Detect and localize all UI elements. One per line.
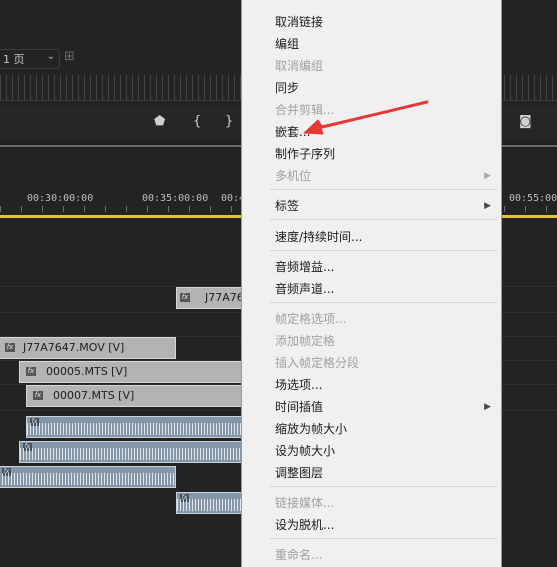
menu-item-nest[interactable]: 嵌套... bbox=[275, 123, 310, 140]
video-clip[interactable]: fx 00007.MTS [V] bbox=[26, 385, 246, 407]
menu-item-enable[interactable]: 启用 bbox=[275, 0, 299, 2]
menu-item-speed-duration[interactable]: 速度/持续时间... bbox=[275, 228, 363, 245]
clip-name: 00007.MTS [V] bbox=[53, 389, 135, 402]
audio-waveform bbox=[27, 423, 245, 435]
menu-separator bbox=[270, 189, 497, 190]
audio-waveform bbox=[0, 473, 175, 485]
menu-separator bbox=[270, 538, 497, 539]
menu-item-group[interactable]: 编组 bbox=[275, 35, 299, 52]
chevron-down-icon: ⌄ bbox=[46, 51, 55, 62]
menu-item-adjustment-layer[interactable]: 调整图层 bbox=[275, 464, 323, 481]
submenu-arrow-icon: ▶ bbox=[484, 171, 491, 181]
menu-item-time-interpolation[interactable]: 时间插值 bbox=[275, 398, 323, 415]
menu-item-unlink[interactable]: 取消链接 bbox=[275, 13, 323, 30]
video-clip[interactable]: fx J77A7647.MOV [V] bbox=[0, 337, 176, 359]
menu-separator bbox=[270, 250, 497, 251]
audio-waveform bbox=[20, 448, 245, 460]
menu-item-set-to-frame-size[interactable]: 设为帧大小 bbox=[275, 442, 335, 459]
menu-item-audio-gain[interactable]: 音频增益... bbox=[275, 258, 334, 275]
menu-item-multi-camera[interactable]: 多机位 bbox=[275, 167, 311, 184]
audio-clip[interactable]: fx bbox=[19, 441, 246, 463]
fx-badge: fx bbox=[5, 343, 15, 352]
timecode-label: 00:30:00:00 bbox=[27, 193, 94, 204]
clip-name: J77A76 bbox=[205, 291, 244, 304]
mark-out-icon[interactable]: } bbox=[225, 114, 233, 129]
mark-in-icon[interactable]: { bbox=[193, 114, 201, 129]
video-clip[interactable]: fx J77A76 bbox=[176, 287, 246, 309]
menu-item-link-media[interactable]: 链接媒体... bbox=[275, 494, 334, 511]
menu-separator bbox=[270, 302, 497, 303]
clip-context-menu: ✔ 启用 取消链接 编组 取消编组 同步 合并剪辑... 嵌套... 制作子序列… bbox=[241, 0, 502, 567]
menu-item-frame-hold-options[interactable]: 帧定格选项... bbox=[275, 310, 346, 327]
page-select-value: 1 页 bbox=[3, 53, 25, 66]
camera-icon[interactable]: ◙ bbox=[519, 114, 532, 129]
clip-name: J77A7647.MOV [V] bbox=[23, 341, 125, 354]
fx-badge: fx bbox=[180, 293, 190, 302]
menu-item-audio-channels[interactable]: 音频声道... bbox=[275, 280, 334, 297]
menu-item-synchronize[interactable]: 同步 bbox=[275, 79, 299, 96]
fx-badge: fx bbox=[33, 391, 43, 400]
page-select[interactable]: 1 页 ⌄ bbox=[0, 49, 60, 69]
audio-clip[interactable]: fx bbox=[176, 492, 246, 514]
menu-separator bbox=[270, 486, 497, 487]
menu-item-rename[interactable]: 重命名... bbox=[275, 546, 322, 563]
timecode-label: 00:35:00:00 bbox=[142, 193, 209, 204]
video-clip[interactable]: fx 00005.MTS [V] bbox=[19, 361, 246, 383]
grid-icon[interactable]: ⊞ bbox=[64, 49, 75, 64]
audio-waveform bbox=[177, 499, 245, 511]
menu-item-insert-frame-hold-segment[interactable]: 插入帧定格分段 bbox=[275, 354, 359, 371]
audio-clip[interactable]: fx bbox=[0, 466, 176, 488]
submenu-arrow-icon: ▶ bbox=[484, 201, 491, 211]
premiere-timeline-window: 1 页 ⌄ ⊞ ⬟ { } ◙ 00:30:00:00 00:35:00:00 … bbox=[0, 0, 557, 567]
clip-name: 00005.MTS [V] bbox=[46, 365, 128, 378]
menu-item-label[interactable]: 标签 bbox=[275, 197, 299, 214]
menu-item-make-offline[interactable]: 设为脱机... bbox=[275, 516, 334, 533]
menu-item-field-options[interactable]: 场选项... bbox=[275, 376, 322, 393]
timecode-label: 00:55:00 bbox=[509, 193, 557, 204]
menu-item-scale-to-frame-size[interactable]: 缩放为帧大小 bbox=[275, 420, 347, 437]
submenu-arrow-icon: ▶ bbox=[484, 402, 491, 412]
menu-item-add-frame-hold[interactable]: 添加帧定格 bbox=[275, 332, 335, 349]
fx-badge: fx bbox=[26, 367, 36, 376]
audio-clip[interactable]: fx bbox=[26, 416, 246, 438]
menu-item-ungroup[interactable]: 取消编组 bbox=[275, 57, 323, 74]
menu-item-merge-clips[interactable]: 合并剪辑... bbox=[275, 101, 334, 118]
menu-separator bbox=[270, 219, 497, 220]
menu-item-make-subsequence[interactable]: 制作子序列 bbox=[275, 145, 335, 162]
marker-icon[interactable]: ⬟ bbox=[154, 114, 165, 129]
